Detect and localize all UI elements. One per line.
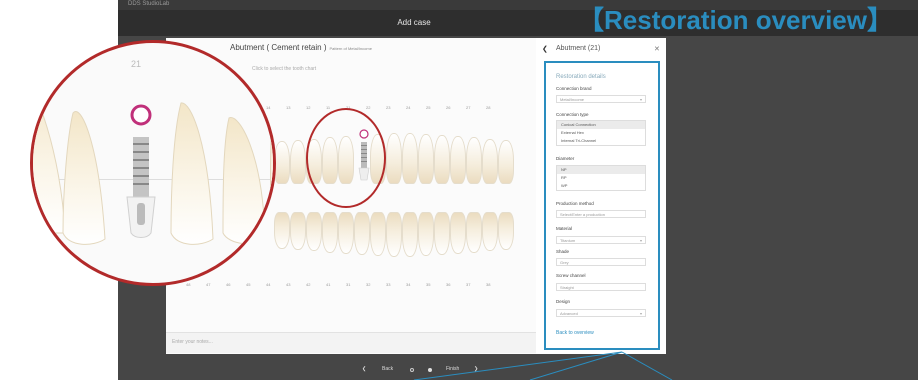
callout-lines	[413, 351, 673, 380]
step-dot	[410, 368, 414, 372]
chevron-right-icon[interactable]: ❯	[474, 366, 478, 372]
back-button[interactable]: Back	[382, 366, 393, 372]
chevron-left-icon[interactable]: ❮	[362, 366, 366, 372]
finish-button[interactable]: Finish	[446, 366, 459, 372]
step-dot-active	[428, 368, 432, 372]
